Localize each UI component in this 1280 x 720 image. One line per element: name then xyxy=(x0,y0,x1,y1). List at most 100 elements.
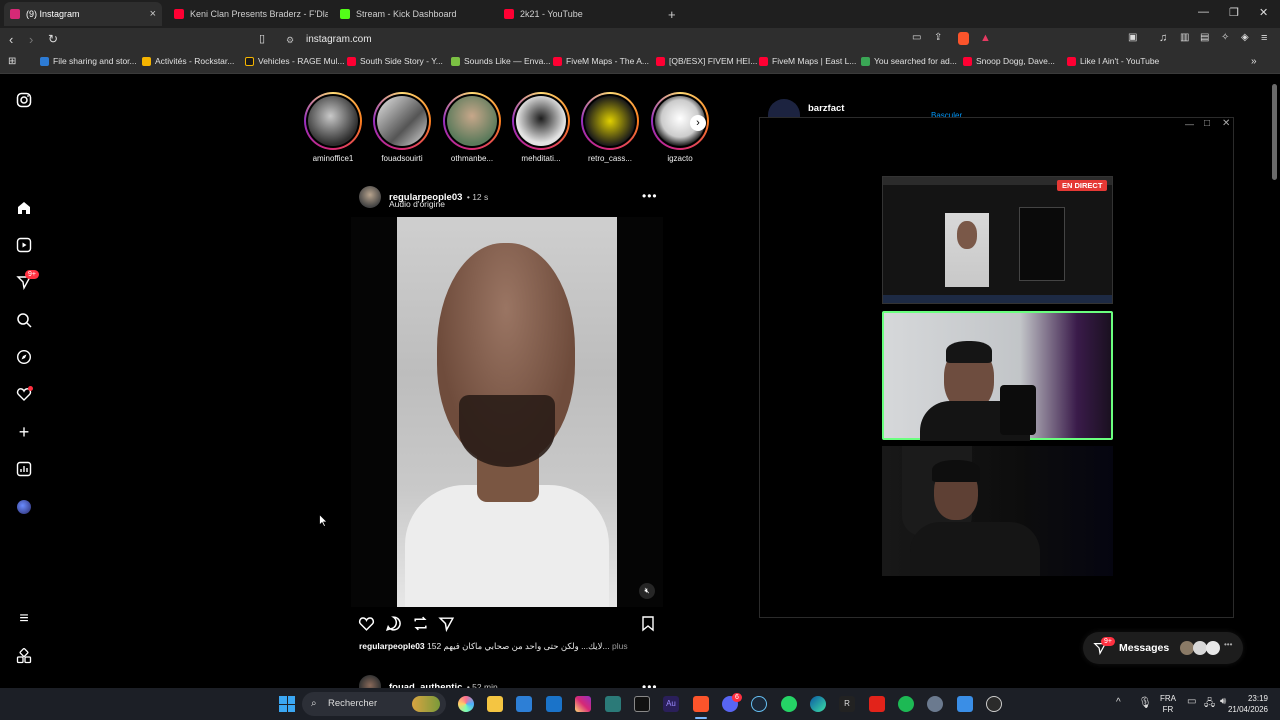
minimize-window-icon[interactable]: — xyxy=(1198,6,1209,18)
post-more-options-icon[interactable]: ••• xyxy=(642,189,658,203)
caption-more-link[interactable]: plus xyxy=(612,641,628,651)
snipping-tool-icon[interactable] xyxy=(957,696,973,712)
whatsapp-icon[interactable] xyxy=(781,696,797,712)
cast-icon[interactable]: ▭ xyxy=(912,32,921,43)
close-window-icon[interactable]: ✕ xyxy=(1259,6,1268,19)
settings-gear-icon[interactable] xyxy=(927,696,943,712)
stream-overlay-window[interactable]: — □ ✕ EN DIRECT xyxy=(759,117,1234,618)
adobe-icon[interactable] xyxy=(869,696,885,712)
brave-shield-icon[interactable] xyxy=(958,32,969,45)
audition-icon[interactable]: Au xyxy=(663,696,679,712)
visio-icon[interactable] xyxy=(605,696,621,712)
edge-icon[interactable] xyxy=(810,696,826,712)
brave-browser-icon[interactable] xyxy=(693,696,709,712)
story-item[interactable]: aminoffice1 xyxy=(304,92,362,163)
post-audio[interactable]: Audio d'origine xyxy=(389,199,445,209)
bookmark-item[interactable]: Sounds Like — Enva... xyxy=(451,56,550,66)
avatar[interactable] xyxy=(359,186,381,208)
microphone-icon[interactable]: 🎙︎ xyxy=(1138,696,1152,709)
bookmark-item[interactable]: Like I Ain't - YouTube xyxy=(1067,56,1159,66)
bookmark-item[interactable]: [QB/ESX] FIVEM HEI... xyxy=(656,56,757,66)
tab-kick-dashboard[interactable]: Stream - Kick Dashboard xyxy=(334,2,494,26)
instagram-app-icon[interactable] xyxy=(575,696,591,712)
url-field[interactable]: ⚙ instagram.com xyxy=(278,31,938,49)
reels-icon[interactable] xyxy=(14,235,34,255)
tab-youtube-2k21[interactable]: 2k21 - YouTube xyxy=(498,2,658,26)
bookmark-page-icon[interactable]: ▯ xyxy=(259,32,265,45)
unmute-icon[interactable]: 🔇︎ xyxy=(639,583,655,599)
notifications-heart-icon[interactable] xyxy=(14,384,34,404)
story-item[interactable]: retro_cass... xyxy=(581,92,639,163)
caption-username[interactable]: regularpeople03 xyxy=(359,641,425,651)
restore-window-icon[interactable]: ❐ xyxy=(1229,6,1239,19)
sidebar-toggle-icon[interactable]: ▣ xyxy=(1128,32,1137,43)
close-window-icon[interactable]: ✕ xyxy=(1222,118,1230,129)
show-hidden-icons-chevron-icon[interactable]: ^ xyxy=(1116,697,1121,708)
obs-icon[interactable] xyxy=(986,696,1002,712)
brave-rewards-icon[interactable]: ▲ xyxy=(980,32,991,44)
outlook-icon[interactable] xyxy=(546,696,562,712)
site-info-icon[interactable]: ⚙ xyxy=(286,31,294,49)
language-indicator[interactable]: FRA FR xyxy=(1160,693,1176,715)
search-icon[interactable] xyxy=(14,310,34,330)
microsoft-store-icon[interactable] xyxy=(516,696,532,712)
bookmark-item[interactable]: Snoop Dogg, Dave... xyxy=(963,56,1055,66)
taskbar-search-input[interactable]: ⌕ Rechercher xyxy=(302,692,446,716)
story-item[interactable]: mehditati... xyxy=(512,92,570,163)
avatar[interactable] xyxy=(768,99,800,117)
apps-grid-icon[interactable]: ⊞ xyxy=(8,56,16,67)
page-scrollbar[interactable] xyxy=(1272,84,1277,180)
bookmark-item[interactable]: South Side Story - Y... xyxy=(347,56,443,66)
avatar[interactable] xyxy=(359,675,381,688)
comment-icon[interactable] xyxy=(385,615,402,637)
profile-avatar[interactable] xyxy=(14,497,34,517)
copilot-icon[interactable] xyxy=(458,696,474,712)
suggested-username[interactable]: barzfact xyxy=(808,103,844,114)
share-send-icon[interactable] xyxy=(438,615,455,637)
tab-instagram[interactable]: (9) Instagram × xyxy=(4,2,162,26)
network-icon[interactable]: 🖧︎ xyxy=(1204,696,1215,713)
bookmark-item[interactable]: Vehicles - RAGE Mul... xyxy=(245,56,344,66)
share-icon[interactable]: ⇪ xyxy=(934,32,942,43)
story-item[interactable]: fouadsouirti xyxy=(373,92,431,163)
back-icon[interactable]: ‹ xyxy=(9,32,13,47)
forward-icon[interactable]: › xyxy=(29,32,33,47)
home-icon[interactable] xyxy=(14,198,34,218)
media-icon[interactable]: ♫ xyxy=(1159,32,1167,44)
display-icon[interactable]: ▭ xyxy=(1187,696,1196,707)
tab-keni-clan[interactable]: Keni Clan Presents Braderz - F'Dlam xyxy=(168,2,328,26)
maximize-window-icon[interactable]: □ xyxy=(1204,118,1210,129)
explore-icon[interactable] xyxy=(14,347,34,367)
spotify-icon[interactable] xyxy=(898,696,914,712)
menu-icon[interactable]: ≡ xyxy=(1261,32,1267,44)
capcut-icon[interactable] xyxy=(634,696,650,712)
save-bookmark-icon[interactable] xyxy=(640,615,656,637)
bookmark-item[interactable]: File sharing and stor... xyxy=(40,56,137,66)
wallet-icon[interactable]: ▤ xyxy=(1200,32,1209,43)
reload-icon[interactable]: ↻ xyxy=(48,32,58,46)
create-plus-icon[interactable]: + xyxy=(14,422,34,442)
also-from-meta-icon[interactable] xyxy=(14,646,34,666)
bookmark-item[interactable]: Activités - Rockstar... xyxy=(142,56,234,66)
more-menu-icon[interactable]: ≡ xyxy=(14,609,34,629)
file-explorer-icon[interactable] xyxy=(487,696,503,712)
instagram-logo-icon[interactable] xyxy=(14,90,34,110)
dashboard-icon[interactable] xyxy=(14,459,34,479)
bookmark-item[interactable]: FiveM Maps - The A... xyxy=(553,56,649,66)
vpn-icon[interactable]: ◈ xyxy=(1241,32,1249,43)
close-tab-icon[interactable]: × xyxy=(150,8,156,20)
leo-ai-icon[interactable]: ✧ xyxy=(1221,32,1229,43)
rockstar-launcher-icon[interactable]: R xyxy=(839,696,855,712)
stories-next-chevron-icon[interactable]: › xyxy=(690,115,706,131)
clock[interactable]: 23:19 21/04/2026 xyxy=(1220,693,1268,715)
post-video[interactable]: 🔇︎ xyxy=(351,217,663,607)
reader-icon[interactable]: ▥ xyxy=(1180,32,1189,43)
steam-icon[interactable] xyxy=(751,696,767,712)
bookmark-item[interactable]: FiveM Maps | East L... xyxy=(759,56,856,66)
minimize-window-icon[interactable]: — xyxy=(1185,119,1194,129)
start-windows-icon[interactable] xyxy=(279,696,295,712)
like-heart-icon[interactable] xyxy=(358,615,375,637)
messages-button[interactable]: 9+ Messages ••• xyxy=(1083,632,1243,664)
new-tab-button[interactable]: + xyxy=(662,2,682,26)
story-item[interactable]: othmanbe... xyxy=(443,92,501,163)
